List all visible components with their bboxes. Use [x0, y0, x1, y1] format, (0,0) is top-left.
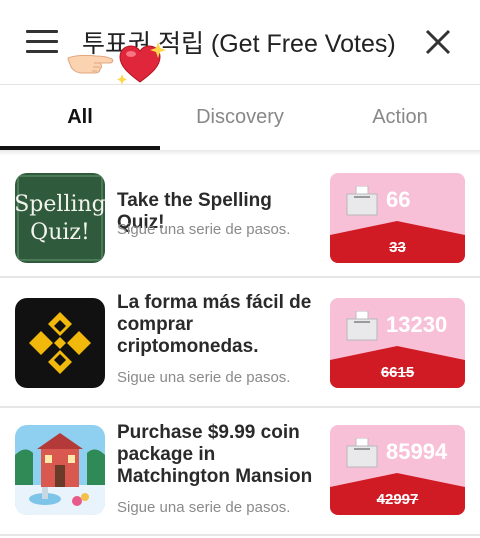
reward-badge[interactable]: 66 33 [330, 173, 465, 263]
original-reward-votes: 33 [389, 239, 406, 256]
tab-action[interactable]: Action [320, 85, 480, 151]
tab-all[interactable]: All [0, 85, 160, 151]
ballot-box-icon [346, 438, 378, 468]
original-reward-votes: 6615 [380, 364, 415, 381]
close-icon [425, 29, 451, 55]
tab-bar: All Discovery Action [0, 84, 480, 150]
app-header: 투표권 적립 (Get Free Votes) [0, 0, 480, 85]
spelling-quiz-app-icon: Spelling Quiz! [15, 173, 105, 263]
close-button[interactable] [424, 28, 452, 56]
original-reward-votes: 42997 [376, 491, 419, 508]
ballot-box-icon [346, 186, 378, 216]
tab-discovery[interactable]: Discovery [160, 85, 320, 151]
matchington-mansion-app-icon [15, 425, 105, 515]
thumb-text-line-2: Quiz! [30, 220, 90, 245]
thumb-text-line-1: Spelling [15, 192, 105, 217]
pointing-hand-icon [67, 54, 114, 74]
offer-title: Purchase $9.99 coin package in Matchingt… [117, 422, 313, 487]
hamburger-menu-icon [26, 30, 58, 33]
reward-votes: 85994 [386, 439, 448, 464]
reward-votes: 13230 [386, 312, 448, 337]
tab-divider [0, 150, 480, 156]
offer-subtitle: Sigue una serie de pasos. [117, 499, 291, 516]
offer-subtitle: Sigue una serie de pasos. [117, 221, 291, 238]
crypto-exchange-app-icon [15, 298, 105, 388]
reward-votes: 66 [386, 187, 411, 212]
menu-button[interactable] [26, 30, 58, 54]
offer-list-item[interactable]: Spelling Quiz! Take the Spelling Quiz! S… [0, 158, 480, 278]
offer-subtitle: Sigue una serie de pasos. [117, 369, 291, 386]
offer-title: La forma más fácil de comprar criptomone… [117, 292, 312, 357]
reward-badge[interactable]: 13230 6615 [330, 298, 465, 388]
offer-list-item[interactable]: Purchase $9.99 coin package in Matchingt… [0, 408, 480, 536]
sparkling-heart-icon [117, 42, 166, 85]
ballot-box-icon [346, 311, 378, 341]
offer-list-item[interactable]: La forma más fácil de comprar criptomone… [0, 278, 480, 408]
reward-badge[interactable]: 85994 42997 [330, 425, 465, 515]
